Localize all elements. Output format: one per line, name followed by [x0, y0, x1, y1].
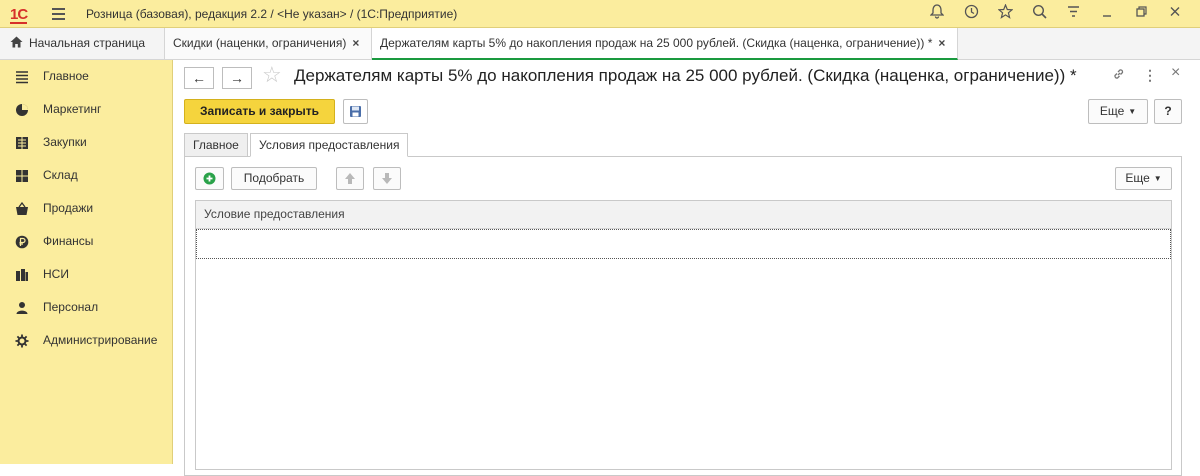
move-up-button[interactable]	[336, 167, 364, 190]
save-button[interactable]	[343, 99, 368, 124]
tab-close-icon[interactable]: ×	[352, 36, 359, 50]
sidebar-item-administration[interactable]: Администрирование	[0, 324, 172, 357]
reference-books-icon	[16, 269, 28, 281]
page-title: Держателям карты 5% до накопления продаж…	[294, 66, 1077, 85]
help-button[interactable]: ?	[1154, 99, 1182, 124]
sidebar-item-label: Продажи	[43, 201, 94, 215]
tab-close-icon[interactable]: ×	[938, 36, 945, 50]
warehouse-icon	[16, 170, 28, 182]
settings-icon[interactable]	[1056, 4, 1090, 25]
close-icon[interactable]	[1158, 4, 1192, 25]
back-button[interactable]: ←	[184, 67, 214, 89]
add-icon	[203, 172, 216, 185]
open-windows-tabbar: Начальная страница Скидки (наценки, огра…	[0, 28, 1200, 60]
sidebar-item-label: НСИ	[43, 267, 69, 281]
floppy-disk-icon	[350, 106, 361, 117]
tab-main[interactable]: Главное	[184, 133, 248, 157]
forward-button[interactable]: →	[222, 67, 252, 89]
sidebar-item-label: Финансы	[43, 234, 94, 248]
sidebar-item-label: Персонал	[43, 300, 99, 314]
sidebar-item-label: Закупки	[43, 135, 87, 149]
sidebar-item-nsi[interactable]: НСИ	[0, 258, 172, 291]
purchases-icon	[16, 137, 28, 149]
sidebar-item-personnel[interactable]: Персонал	[0, 291, 172, 324]
sidebar-item-label: Склад	[43, 168, 78, 182]
sidebar-item-label: Администрирование	[43, 333, 158, 347]
chevron-down-icon: ▼	[1128, 107, 1137, 117]
gear-icon	[15, 334, 29, 348]
table-more-button[interactable]: Еще ▼	[1115, 167, 1172, 190]
app-title: Розница (базовая), редакция 2.2 / <Не ук…	[86, 7, 458, 21]
search-icon[interactable]	[1022, 4, 1056, 25]
title-bar: 1С Розница (базовая), редакция 2.2 / <Не…	[0, 0, 1200, 28]
sidebar-item-marketing[interactable]: Маркетинг	[0, 93, 172, 126]
home-icon	[10, 36, 23, 48]
bell-icon[interactable]	[920, 4, 954, 25]
menu-lines-icon	[16, 71, 28, 84]
restore-icon[interactable]	[1124, 4, 1158, 25]
more-vert-icon[interactable]: ⋮	[1143, 67, 1157, 84]
ruble-coin-icon	[15, 235, 29, 249]
person-icon	[16, 302, 28, 314]
arrow-up-icon	[345, 173, 355, 184]
chevron-down-icon: ▼	[1153, 174, 1162, 184]
arrow-down-icon	[382, 173, 392, 184]
more-label: Еще	[1099, 104, 1125, 118]
sidebar-item-finance[interactable]: Финансы	[0, 225, 172, 258]
main-menu-icon[interactable]	[52, 8, 65, 23]
table-row-selected-empty[interactable]	[196, 229, 1171, 259]
pick-button[interactable]: Подобрать	[231, 167, 317, 190]
link-icon[interactable]	[1112, 67, 1126, 84]
form-close-icon[interactable]: ×	[1171, 64, 1180, 82]
tab-home-label: Начальная страница	[29, 36, 146, 50]
sidebar-item-sales[interactable]: Продажи	[0, 192, 172, 225]
minimize-icon[interactable]	[1090, 4, 1124, 25]
column-header-condition[interactable]: Условие предоставления	[196, 201, 1171, 229]
sidebar-item-warehouse[interactable]: Склад	[0, 159, 172, 192]
tab-discounts-list-label: Скидки (наценки, ограничения)	[173, 36, 347, 50]
sidebar-item-main[interactable]: Главное	[0, 60, 172, 93]
more-label: Еще	[1125, 171, 1150, 185]
1c-logo: 1С	[10, 6, 28, 24]
favorite-star-icon[interactable]: ☆	[262, 62, 282, 88]
move-down-button[interactable]	[373, 167, 401, 190]
tab-discount-form-label: Держателям карты 5% до накопления продаж…	[380, 36, 933, 50]
tab-discount-form[interactable]: Держателям карты 5% до накопления продаж…	[372, 28, 958, 60]
sidebar-item-label: Маркетинг	[43, 102, 102, 116]
sidebar-item-purchases[interactable]: Закупки	[0, 126, 172, 159]
tab-home[interactable]: Начальная страница	[0, 28, 165, 59]
sections-sidebar: Главное Маркетинг Закупки Склад Продажи …	[0, 60, 173, 464]
favorites-star-icon[interactable]	[988, 3, 1022, 25]
history-icon[interactable]	[954, 4, 988, 25]
more-actions-button[interactable]: Еще ▼	[1088, 99, 1148, 124]
save-and-close-button[interactable]: Записать и закрыть	[184, 99, 335, 124]
basket-icon	[16, 202, 28, 215]
conditions-table[interactable]: Условие предоставления	[195, 200, 1172, 470]
sidebar-item-label: Главное	[43, 69, 89, 83]
add-row-button[interactable]	[195, 167, 224, 190]
tab-discounts-list[interactable]: Скидки (наценки, ограничения) ×	[165, 28, 372, 59]
tab-conditions[interactable]: Условия предоставления	[250, 133, 409, 157]
pie-chart-icon	[16, 104, 28, 116]
